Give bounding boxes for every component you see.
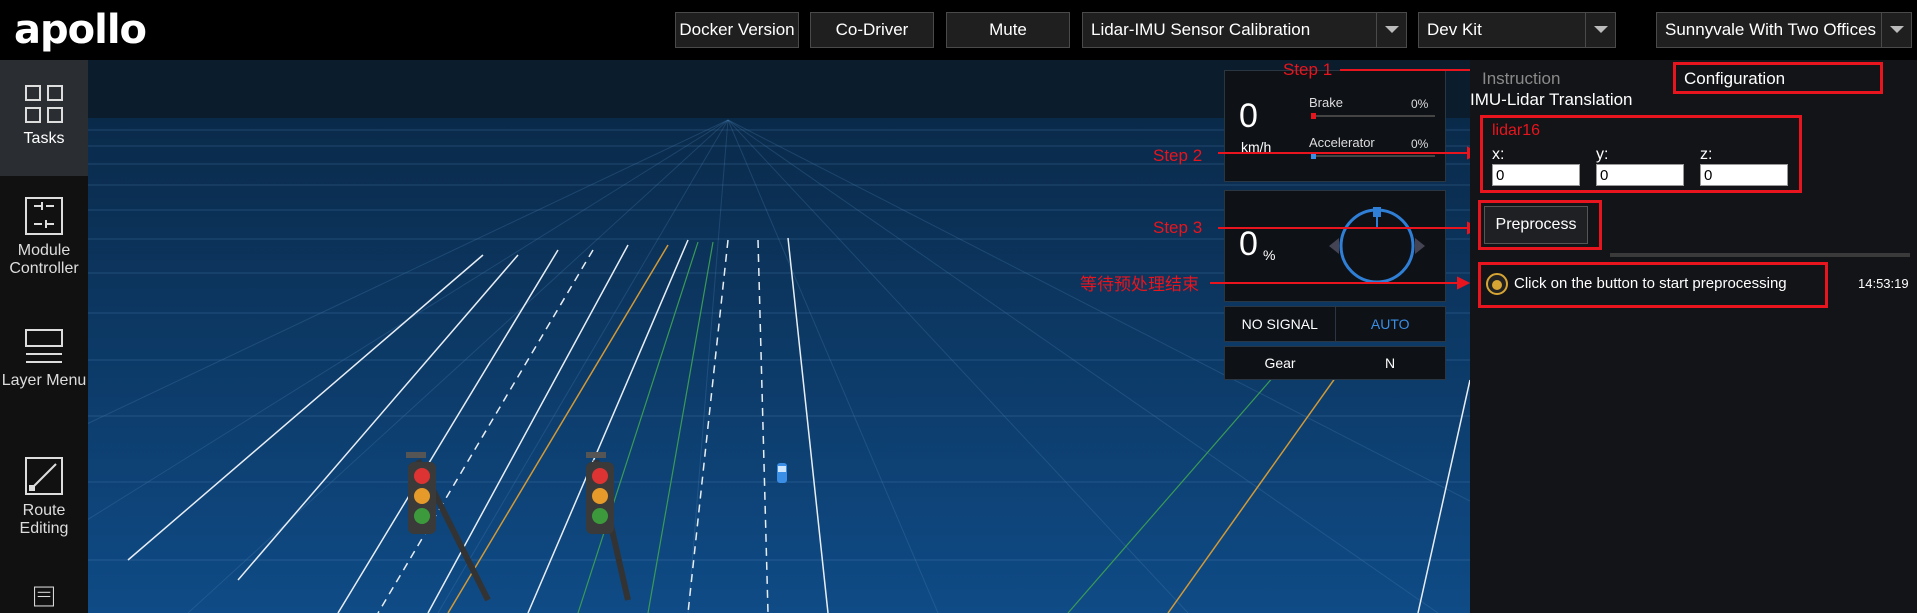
docker-version-button[interactable]: Docker Version bbox=[675, 12, 799, 48]
annotation-wait: 等待预处理结束 bbox=[1080, 275, 1199, 294]
sidebar: Tasks Module Controller Layer Menu Route… bbox=[0, 60, 88, 613]
map-select[interactable]: Sunnyvale With Two Offices bbox=[1656, 12, 1912, 48]
steering-panel: 0 % bbox=[1224, 190, 1446, 302]
vehicle-select[interactable]: Dev Kit bbox=[1418, 12, 1616, 48]
mute-button[interactable]: Mute bbox=[946, 12, 1070, 48]
gear-panel: Gear N bbox=[1224, 346, 1446, 380]
annotation-step3: Step 3 bbox=[1153, 218, 1203, 237]
annotation-step2: Step 2 bbox=[1153, 146, 1203, 165]
list-icon bbox=[34, 586, 54, 607]
sidebar-item-label: Tasks bbox=[23, 130, 65, 147]
gear-label: Gear bbox=[1264, 355, 1296, 371]
sidebar-item-layer-menu[interactable]: Layer Menu bbox=[0, 326, 88, 436]
grid-icon bbox=[25, 85, 63, 123]
co-driver-button[interactable]: Co-Driver bbox=[810, 12, 934, 48]
sidebar-item-label: Module Controller bbox=[9, 242, 79, 277]
speed-unit: km/h bbox=[1241, 139, 1272, 155]
route-icon bbox=[25, 457, 63, 495]
calibration-panel: Instruction Configuration IMU-Lidar Tran… bbox=[1470, 60, 1917, 613]
accelerator-bar-fill bbox=[1311, 153, 1316, 159]
map-select-value: Sunnyvale With Two Offices bbox=[1665, 20, 1877, 39]
sidebar-item-tasks[interactable]: Tasks bbox=[0, 60, 88, 176]
tab-configuration[interactable]: Configuration bbox=[1684, 66, 1785, 92]
scene-view[interactable]: 0 km/h Brake 0% Accelerator 0% 0 % NO SI… bbox=[88, 60, 1470, 613]
mode-select-value: Lidar-IMU Sensor Calibration bbox=[1091, 20, 1311, 39]
z-input[interactable] bbox=[1700, 164, 1788, 186]
steering-value: 0 bbox=[1239, 225, 1258, 263]
sensor-name: lidar16 bbox=[1492, 122, 1541, 139]
chevron-down-icon bbox=[1585, 13, 1615, 47]
x-label: x: bbox=[1492, 146, 1505, 163]
status-message: Click on the button to start preprocessi… bbox=[1514, 275, 1787, 292]
preprocess-button[interactable]: Preprocess bbox=[1484, 206, 1588, 244]
accelerator-bar bbox=[1311, 155, 1435, 157]
info-icon bbox=[1486, 273, 1508, 295]
z-label: z: bbox=[1700, 146, 1713, 163]
vehicle-select-value: Dev Kit bbox=[1427, 20, 1482, 39]
chevron-down-icon bbox=[1881, 13, 1911, 47]
y-label: y: bbox=[1596, 146, 1609, 163]
sidebar-item-route-editing[interactable]: Route Editing bbox=[0, 456, 88, 566]
steering-wheel-icon bbox=[1329, 207, 1425, 284]
sidebar-item-label: Route Editing bbox=[19, 502, 69, 537]
x-input[interactable] bbox=[1492, 164, 1580, 186]
section-title: IMU-Lidar Translation bbox=[1470, 90, 1633, 109]
sidebar-item-label: Layer Menu bbox=[1, 372, 87, 389]
mode-select[interactable]: Lidar-IMU Sensor Calibration bbox=[1082, 12, 1407, 48]
tab-instruction[interactable]: Instruction bbox=[1482, 66, 1560, 92]
signal-panel: NO SIGNAL AUTO bbox=[1224, 306, 1446, 342]
brake-bar bbox=[1311, 115, 1435, 117]
speed-panel: 0 km/h Brake 0% Accelerator 0% bbox=[1224, 70, 1446, 182]
sidebar-item-module-controller[interactable]: Module Controller bbox=[0, 196, 88, 306]
accelerator-pct: 0% bbox=[1411, 137, 1429, 151]
gear-value: N bbox=[1384, 355, 1396, 371]
y-input[interactable] bbox=[1596, 164, 1684, 186]
layers-icon bbox=[25, 329, 63, 363]
accelerator-label: Accelerator bbox=[1309, 135, 1375, 150]
sidebar-item-more[interactable] bbox=[0, 586, 88, 613]
turn-signal-status: NO SIGNAL bbox=[1241, 316, 1318, 332]
steering-unit: % bbox=[1263, 247, 1276, 263]
ego-vehicle bbox=[777, 463, 787, 483]
apollo-logo[interactable]: apollo bbox=[14, 8, 147, 52]
status-time: 14:53:19 bbox=[1858, 276, 1909, 291]
brake-label: Brake bbox=[1309, 95, 1343, 110]
sliders-icon bbox=[25, 197, 63, 235]
brake-bar-fill bbox=[1311, 113, 1316, 119]
progress-divider bbox=[1610, 253, 1910, 257]
speed-value: 0 bbox=[1239, 97, 1258, 135]
brake-pct: 0% bbox=[1411, 97, 1429, 111]
chevron-down-icon bbox=[1376, 13, 1406, 47]
drive-mode-status: AUTO bbox=[1334, 307, 1446, 341]
annotation-step1: Step 1 bbox=[1283, 60, 1333, 79]
top-bar: apollo Docker Version Co-Driver Mute Lid… bbox=[0, 0, 1917, 60]
